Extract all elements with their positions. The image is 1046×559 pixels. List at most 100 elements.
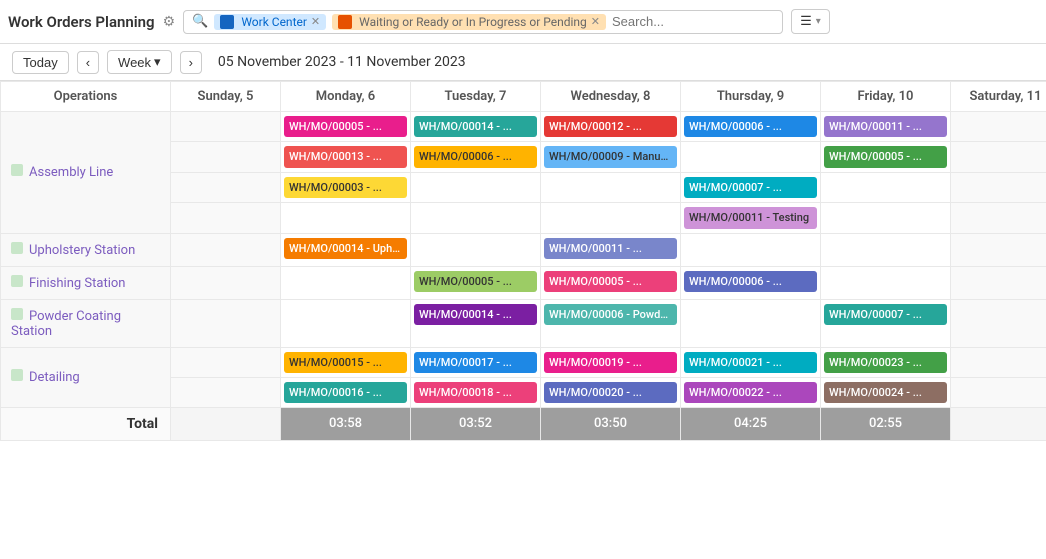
gear-icon[interactable]: ⚙ [163,14,176,30]
total-row: Total03:5803:5203:5004:2502:55 [1,408,1046,441]
day-cell-saturday [951,203,1046,233]
ops-label-link[interactable]: Powder Coating Station [11,309,121,339]
work-order-chip[interactable]: WH/MO/00014 - Upholster cushion [284,238,407,259]
day-cell-sunday [171,112,281,142]
ops-label-link[interactable]: Finishing Station [29,276,125,291]
day-cell-wednesday: WH/MO/00006 - Powder coat base [541,299,681,347]
total-cell-wednesday: 03:50 [541,408,681,441]
filter-remove-status[interactable]: ✕ [591,15,600,28]
work-order-chip[interactable]: WH/MO/00006 - ... [684,271,817,292]
header-row: Operations Sunday, 5 Monday, 6 Tuesday, … [1,82,1046,112]
prev-button[interactable]: ‹ [77,51,99,74]
work-order-chip[interactable]: WH/MO/00019 - ... [544,352,677,373]
day-cell-monday: WH/MO/00005 - ... [281,112,411,142]
day-cell-friday: WH/MO/00024 - ... [821,377,951,407]
work-order-chip[interactable]: WH/MO/00005 - ... [544,271,677,292]
total-cell-friday: 02:55 [821,408,951,441]
day-cell-saturday [951,142,1046,172]
calendar-table: Operations Sunday, 5 Monday, 6 Tuesday, … [0,81,1046,441]
work-order-chip[interactable]: WH/MO/00006 - Powder coat base [544,304,677,325]
today-button[interactable]: Today [12,51,69,74]
col-header-thursday: Thursday, 9 [681,82,821,112]
day-cell-thursday: WH/MO/00006 - ... [681,266,821,299]
col-header-monday: Monday, 6 [281,82,411,112]
work-order-chip[interactable]: WH/MO/00009 - Manual Assembly [544,146,677,167]
total-cell-thursday: 04:25 [681,408,821,441]
day-cell-sunday [171,172,281,202]
day-cell-wednesday: WH/MO/00005 - ... [541,266,681,299]
day-cell-monday [281,203,411,233]
search-bar: 🔍 Work Center ✕ Waiting or Ready or In P… [183,10,783,34]
ops-label-assembly-line: Assembly Line [1,112,171,234]
work-order-chip[interactable]: WH/MO/00018 - ... [414,382,537,403]
table-row: Upholstery Station WH/MO/00014 - Upholste… [1,233,1046,266]
day-cell-sunday [171,233,281,266]
day-cell-saturday [951,299,1046,347]
work-order-chip[interactable]: WH/MO/00024 - ... [824,382,947,403]
day-cell-wednesday [541,203,681,233]
day-cell-saturday [951,347,1046,377]
total-cell-sunday [171,408,281,441]
col-header-saturday: Saturday, 11 [951,82,1046,112]
ops-label-link[interactable]: Upholstery Station [29,243,135,258]
work-order-chip[interactable]: WH/MO/00014 - ... [414,304,537,325]
ops-label-link[interactable]: Detailing [29,370,80,385]
table-row: Finishing Station WH/MO/00005 - ... WH/MO/… [1,266,1046,299]
work-order-chip[interactable]: WH/MO/00012 - ... [544,116,677,137]
day-cell-friday [821,233,951,266]
day-cell-tuesday [411,172,541,202]
table-row: DetailingWH/MO/00015 - ...WH/MO/00017 - … [1,347,1046,377]
next-button[interactable]: › [180,51,202,74]
work-order-chip[interactable]: WH/MO/00011 - ... [824,116,947,137]
day-cell-friday: WH/MO/00011 - ... [821,112,951,142]
work-order-chip[interactable]: WH/MO/00005 - ... [414,271,537,292]
day-cell-monday [281,299,411,347]
work-order-chip[interactable]: WH/MO/00013 - ... [284,146,407,167]
table-row: Powder Coating Station WH/MO/00014 - ... W… [1,299,1046,347]
week-button[interactable]: Week ▾ [107,50,172,74]
work-order-chip[interactable]: WH/MO/00005 - ... [284,116,407,137]
top-bar: Work Orders Planning ⚙ 🔍 Work Center ✕ W… [0,0,1046,44]
day-cell-thursday: WH/MO/00011 - Testing [681,203,821,233]
day-cell-saturday [951,377,1046,407]
work-order-chip[interactable]: WH/MO/00007 - ... [684,177,817,198]
view-toggle-button[interactable]: ☰ ▾ [791,9,830,34]
day-cell-sunday [171,203,281,233]
work-order-chip[interactable]: WH/MO/00005 - ... [824,146,947,167]
work-order-chip[interactable]: WH/MO/00003 - ... [284,177,407,198]
work-order-chip[interactable]: WH/MO/00017 - ... [414,352,537,373]
total-cell-saturday [951,408,1046,441]
day-cell-friday [821,266,951,299]
day-cell-tuesday: WH/MO/00014 - ... [411,299,541,347]
work-order-chip[interactable]: WH/MO/00006 - ... [414,146,537,167]
col-header-operations: Operations [1,82,171,112]
date-range: 05 November 2023 - 11 November 2023 [218,54,466,70]
work-order-chip[interactable]: WH/MO/00015 - ... [284,352,407,373]
day-cell-friday: WH/MO/00007 - ... [821,299,951,347]
day-cell-thursday [681,233,821,266]
work-order-chip[interactable]: WH/MO/00011 - Testing [684,207,817,228]
work-order-chip[interactable]: WH/MO/00020 - ... [544,382,677,403]
day-cell-sunday [171,347,281,377]
work-order-chip[interactable]: WH/MO/00011 - ... [544,238,677,259]
view-toggle-arrow: ▾ [816,16,821,27]
day-cell-friday: WH/MO/00023 - ... [821,347,951,377]
day-cell-thursday [681,142,821,172]
day-cell-wednesday: WH/MO/00020 - ... [541,377,681,407]
work-order-chip[interactable]: WH/MO/00014 - ... [414,116,537,137]
work-order-chip[interactable]: WH/MO/00021 - ... [684,352,817,373]
filter-tag-status[interactable]: Waiting or Ready or In Progress or Pendi… [332,14,606,30]
work-order-chip[interactable]: WH/MO/00006 - ... [684,116,817,137]
day-cell-friday: WH/MO/00005 - ... [821,142,951,172]
work-order-chip[interactable]: WH/MO/00007 - ... [824,304,947,325]
work-order-chip[interactable]: WH/MO/00023 - ... [824,352,947,373]
day-cell-thursday [681,299,821,347]
work-order-chip[interactable]: WH/MO/00022 - ... [684,382,817,403]
search-input[interactable] [612,14,788,29]
filter-tag-work-center[interactable]: Work Center ✕ [214,14,326,30]
ops-label-link[interactable]: Assembly Line [29,165,113,180]
work-order-chip[interactable]: WH/MO/00016 - ... [284,382,407,403]
day-cell-thursday: WH/MO/00022 - ... [681,377,821,407]
day-cell-tuesday: WH/MO/00017 - ... [411,347,541,377]
filter-remove-work-center[interactable]: ✕ [311,15,320,28]
